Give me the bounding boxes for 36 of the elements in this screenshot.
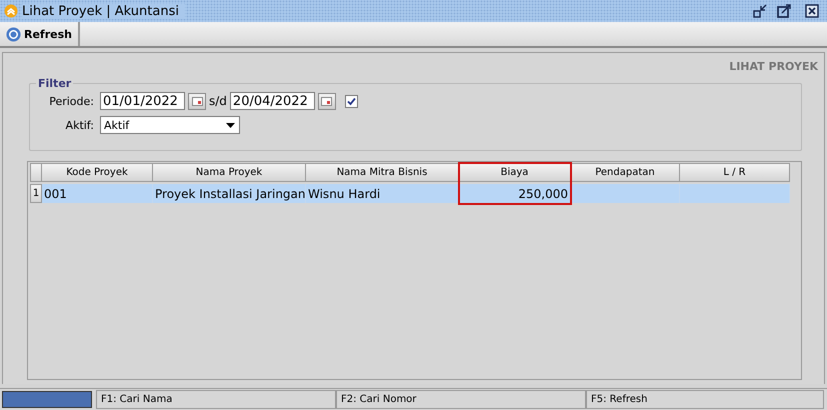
aktif-dropdown[interactable]: Aktif xyxy=(100,116,240,134)
calendar-icon xyxy=(192,96,202,106)
window-title: Lihat Proyek | Akuntansi xyxy=(22,4,185,18)
column-header[interactable]: Nama Mitra Bisnis xyxy=(306,163,459,182)
column-header[interactable]: Kode Proyek xyxy=(42,163,153,182)
table-cell: 001 xyxy=(42,184,153,203)
column-header[interactable]: Pendapatan xyxy=(571,163,680,182)
column-header[interactable]: Biaya xyxy=(459,163,571,182)
column-header[interactable]: Nama Proyek xyxy=(153,163,306,182)
periode-label: Periode: xyxy=(48,94,94,108)
calendar-button[interactable] xyxy=(188,92,206,110)
table-cell: Wisnu Hardi xyxy=(306,184,459,203)
row-number: 1 xyxy=(30,184,42,203)
restore-icon[interactable] xyxy=(753,4,767,18)
filter-title: Filter xyxy=(36,77,74,90)
page-title: LIHAT PROYEK xyxy=(729,60,818,73)
status-item: F1: Cari Nama xyxy=(96,390,336,409)
date-field[interactable]: 20/04/2022 xyxy=(230,92,315,110)
period-checkbox[interactable] xyxy=(344,94,358,108)
date-field[interactable]: 01/01/2022 xyxy=(100,92,185,110)
table-cell: Proyek Installasi Jaringan xyxy=(153,184,306,203)
refresh-button[interactable]: Refresh xyxy=(0,22,80,46)
calendar-icon xyxy=(321,96,332,106)
aktif-label: Aktif: xyxy=(64,118,94,132)
app-logo-icon xyxy=(4,4,18,18)
date-separator: s/d xyxy=(209,94,227,108)
dropdown-arrow-icon xyxy=(226,122,235,128)
calendar-button[interactable] xyxy=(318,92,336,110)
status-item: F5: Refresh xyxy=(586,390,824,409)
refresh-icon xyxy=(6,26,21,42)
table-cell: 250,000 xyxy=(459,184,571,203)
close-icon[interactable] xyxy=(805,4,819,18)
column-header[interactable]: L / R xyxy=(680,163,790,182)
table-row[interactable]: 1 001 Proyek Installasi Jaringan Wisnu Hardi 250,000 xyxy=(30,184,790,203)
status-item: F2: Cari Nomor xyxy=(336,390,586,409)
maximize-icon[interactable] xyxy=(777,4,791,18)
